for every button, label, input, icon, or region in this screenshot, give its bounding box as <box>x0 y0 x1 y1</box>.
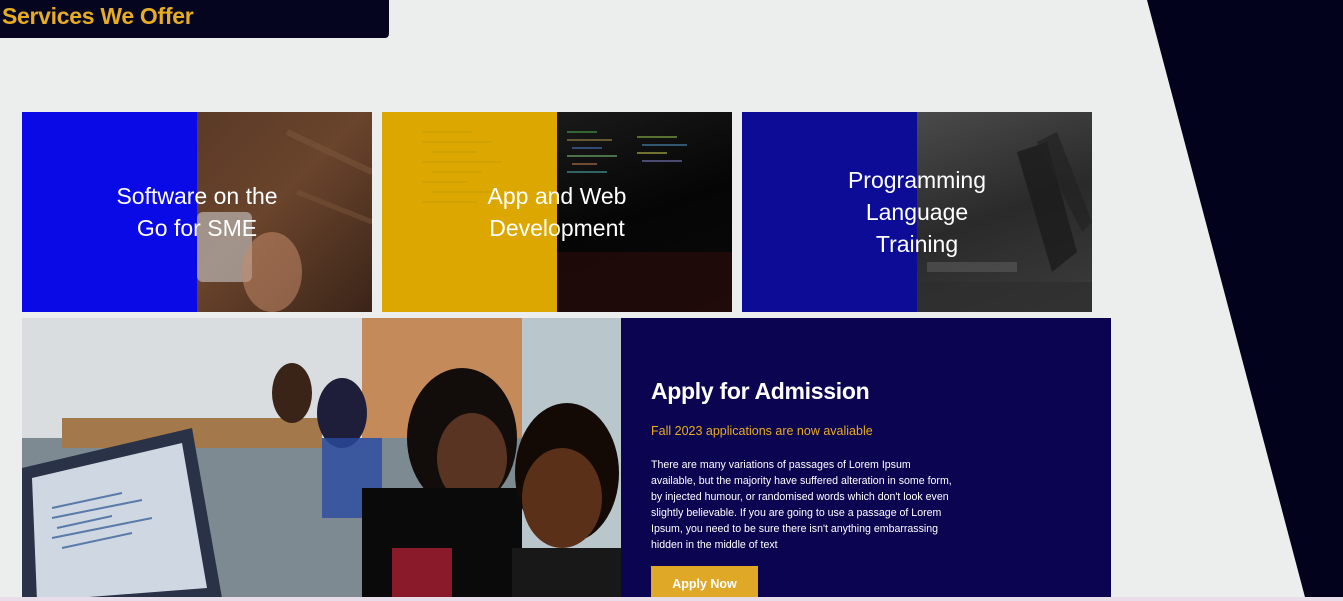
service-label: Software on the Go for SME <box>116 183 278 241</box>
admission-title: Apply for Admission <box>651 378 870 404</box>
admission-description: There are many variations of passages of… <box>651 459 952 551</box>
service-card-app-web-dev[interactable]: App and Web Development <box>382 112 732 312</box>
admission-panel: Apply for Admission Fall 2023 applicatio… <box>621 318 1111 601</box>
admission-subtitle: Fall 2023 applications are now avaliable <box>651 424 873 438</box>
bottom-strip <box>0 597 1343 601</box>
students-photo <box>22 318 621 601</box>
service-label: Programming Language Training <box>847 167 987 257</box>
section-header: Services We Offer <box>0 0 389 38</box>
section-title: Services We Offer <box>2 3 194 29</box>
service-card-programming-training[interactable]: Programming Language Training <box>742 112 1092 312</box>
service-card-software-sme[interactable]: Software on the Go for SME <box>22 112 372 312</box>
apply-now-button[interactable]: Apply Now <box>651 566 758 601</box>
service-label: App and Web Development <box>487 183 627 241</box>
